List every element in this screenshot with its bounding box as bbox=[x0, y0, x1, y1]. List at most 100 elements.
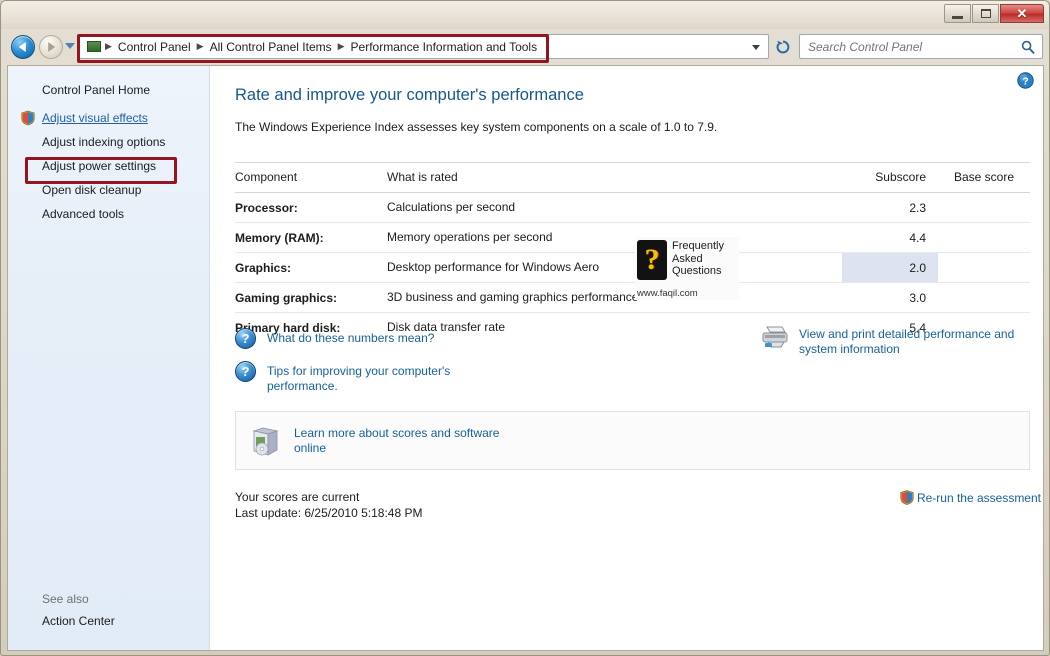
what-do-these-numbers-mean-link[interactable]: ? What do these numbers mean? bbox=[235, 328, 434, 349]
table-body: Processor: Calculations per second 2.3 M… bbox=[235, 192, 1030, 343]
explorer-window: ✕ ▶ Control Panel ▶ All Control Panel It… bbox=[0, 0, 1050, 656]
row-subscore: 4.4 bbox=[909, 230, 926, 245]
faq-watermark-text: Frequently Asked Questions bbox=[672, 240, 724, 278]
row-component: Memory (RAM): bbox=[235, 230, 324, 245]
faq-logo-icon: ? bbox=[637, 240, 667, 280]
close-icon: ✕ bbox=[1016, 5, 1028, 21]
sidebar-item-control-panel-home[interactable]: Control Panel Home bbox=[8, 78, 209, 106]
back-button[interactable] bbox=[11, 35, 35, 59]
sidebar-item-action-center[interactable]: Action Center bbox=[8, 614, 209, 628]
sidebar-item-label: Adjust indexing options bbox=[42, 135, 166, 149]
search-icon[interactable] bbox=[1021, 40, 1035, 54]
sidebar-item-open-disk-cleanup[interactable]: Open disk cleanup bbox=[8, 178, 209, 202]
faq-watermark-url: www.faqil.com bbox=[637, 288, 698, 299]
printer-icon bbox=[762, 326, 788, 348]
page-subtitle: The Windows Experience Index assesses ke… bbox=[235, 120, 718, 134]
refresh-button[interactable] bbox=[773, 37, 793, 57]
row-component: Processor: bbox=[235, 200, 298, 215]
sidebar-item-adjust-indexing-options[interactable]: Adjust indexing options bbox=[8, 130, 209, 154]
view-and-print-details-link[interactable]: View and print detailed performance and … bbox=[760, 325, 1024, 357]
row-subscore: 2.3 bbox=[909, 200, 926, 215]
rerun-assessment-button[interactable]: Re-run the assessment bbox=[900, 490, 1041, 505]
tips-for-improving-performance-link[interactable]: ? Tips for improving your computer's per… bbox=[235, 361, 452, 394]
sidebar-item-label: Control Panel Home bbox=[42, 83, 151, 97]
row-rated: Memory operations per second bbox=[387, 230, 553, 244]
scores-table-container: Component What is rated Subscore Base sc… bbox=[235, 162, 1030, 342]
link-label: View and print detailed performance and … bbox=[799, 327, 1015, 356]
table-head: Component What is rated Subscore Base sc… bbox=[235, 163, 1030, 193]
column-header-base-score: Base score bbox=[953, 170, 1015, 184]
breadcrumb-separator: ▶ bbox=[105, 41, 112, 51]
maximize-button[interactable] bbox=[972, 4, 999, 23]
breadcrumb-item-all-control-panel-items[interactable]: All Control Panel Items bbox=[206, 38, 336, 56]
column-header-component: Component bbox=[235, 170, 298, 184]
minimize-button[interactable] bbox=[944, 4, 971, 23]
sidebar-item-label: Adjust visual effects bbox=[42, 111, 148, 125]
scores-table: Component What is rated Subscore Base sc… bbox=[235, 163, 1030, 342]
row-rated: Desktop performance for Windows Aero bbox=[387, 260, 600, 274]
faq-line-1: Frequently bbox=[672, 240, 724, 252]
learn-more-box[interactable]: Learn more about scores and software onl… bbox=[235, 411, 1030, 470]
page-title: Rate and improve your computer's perform… bbox=[235, 86, 584, 104]
recent-pages-chevron-down-icon[interactable] bbox=[65, 43, 75, 49]
row-component: Gaming graphics: bbox=[235, 290, 338, 305]
faq-question-mark-icon: ? bbox=[644, 243, 660, 276]
breadcrumb-item-performance-information-and-tools[interactable]: Performance Information and Tools bbox=[347, 38, 542, 56]
status-scores-current: Your scores are current bbox=[235, 490, 360, 504]
address-bar[interactable]: ▶ Control Panel ▶ All Control Panel Item… bbox=[79, 34, 769, 59]
svg-text:?: ? bbox=[1022, 77, 1028, 88]
sidebar-item-label: Open disk cleanup bbox=[42, 183, 142, 197]
navigation-bar: ▶ Control Panel ▶ All Control Panel Item… bbox=[1, 29, 1049, 65]
help-icon[interactable]: ? bbox=[1017, 72, 1034, 89]
content-pane: ? Rate and improve your computer's perfo… bbox=[210, 66, 1043, 650]
row-basescore-spacer bbox=[938, 193, 1030, 223]
faq-watermark: ? Frequently Asked Questions www.faqil.c… bbox=[635, 237, 739, 300]
row-subscore: 3.0 bbox=[909, 290, 926, 305]
table-header-row: Component What is rated Subscore Base sc… bbox=[235, 163, 1030, 193]
row-basescore-spacer bbox=[938, 253, 1030, 283]
sidebar-item-adjust-power-settings[interactable]: Adjust power settings bbox=[8, 154, 209, 178]
refresh-icon bbox=[776, 40, 790, 54]
table-row: Processor: Calculations per second 2.3 bbox=[235, 192, 1030, 223]
row-basescore-spacer bbox=[938, 283, 1030, 313]
table-top-rule bbox=[235, 162, 1030, 163]
control-panel-icon bbox=[87, 41, 101, 52]
see-also-label: See also bbox=[42, 592, 89, 606]
table-row: Graphics: Desktop performance for Window… bbox=[235, 252, 1030, 283]
shield-icon bbox=[21, 110, 35, 126]
book-and-disc-icon bbox=[252, 427, 279, 456]
row-rated: 3D business and gaming graphics performa… bbox=[387, 290, 639, 304]
maximize-icon bbox=[980, 9, 991, 18]
row-rated: Calculations per second bbox=[387, 200, 516, 214]
address-dropdown-chevron-down-icon[interactable] bbox=[752, 45, 760, 50]
link-label: What do these numbers mean? bbox=[267, 331, 435, 345]
sidebar-item-label: Advanced tools bbox=[42, 207, 125, 221]
forward-button[interactable] bbox=[39, 35, 63, 59]
breadcrumb-separator: ▶ bbox=[196, 41, 204, 51]
table-row: Memory (RAM): Memory operations per seco… bbox=[235, 222, 1030, 253]
breadcrumb: ▶ Control Panel ▶ All Control Panel Item… bbox=[80, 35, 541, 58]
shield-icon bbox=[900, 490, 914, 505]
question-mark-icon: ? bbox=[235, 361, 256, 382]
forward-arrow-icon bbox=[48, 42, 56, 52]
title-bar: ✕ bbox=[1, 1, 1049, 29]
link-label: Tips for improving your computer's perfo… bbox=[267, 364, 451, 393]
sidebar-item-label: Adjust power settings bbox=[42, 159, 157, 173]
search-box[interactable] bbox=[799, 34, 1043, 59]
row-component: Graphics: bbox=[235, 260, 292, 275]
row-basescore-spacer bbox=[938, 223, 1030, 253]
sidebar: Control Panel Home Adjust visual effects… bbox=[8, 66, 210, 650]
breadcrumb-separator: ▶ bbox=[337, 41, 345, 51]
table-row: Gaming graphics: 3D business and gaming … bbox=[235, 282, 1030, 313]
window-body: Control Panel Home Adjust visual effects… bbox=[7, 65, 1044, 651]
sidebar-item-advanced-tools[interactable]: Advanced tools bbox=[8, 202, 209, 226]
search-input[interactable] bbox=[800, 39, 1021, 54]
status-last-update: Last update: 6/25/2010 5:18:48 PM bbox=[235, 506, 423, 520]
rerun-assessment-label: Re-run the assessment bbox=[916, 490, 1041, 505]
back-arrow-icon bbox=[18, 42, 26, 52]
breadcrumb-item-control-panel[interactable]: Control Panel bbox=[114, 38, 195, 56]
window-controls: ✕ bbox=[944, 4, 1044, 23]
sidebar-item-adjust-visual-effects[interactable]: Adjust visual effects bbox=[8, 106, 209, 130]
question-mark-icon: ? bbox=[235, 328, 256, 349]
close-button[interactable]: ✕ bbox=[1000, 4, 1044, 23]
